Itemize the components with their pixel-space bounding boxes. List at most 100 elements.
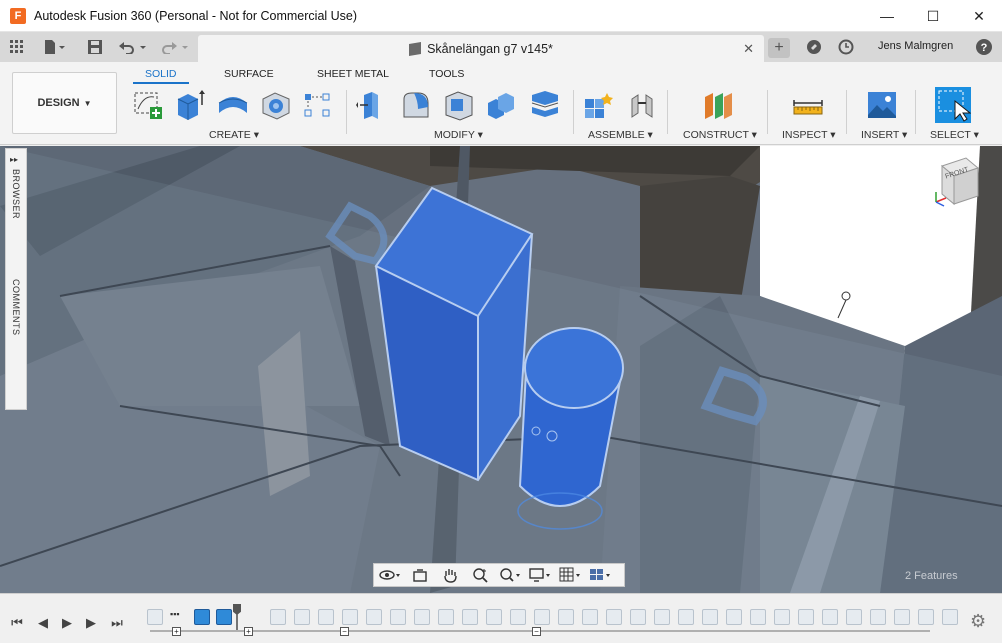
help-icon[interactable]: ? [974, 32, 994, 62]
view-cube[interactable] [932, 154, 982, 210]
inspect-menu[interactable]: INSPECT ▾ [782, 129, 836, 141]
timeline-feature[interactable] [798, 609, 814, 625]
timeline-feature[interactable] [894, 609, 910, 625]
timeline-feature[interactable] [582, 609, 598, 625]
timeline-feature[interactable] [414, 609, 430, 625]
joint-icon[interactable] [626, 89, 656, 121]
timeline-feature[interactable] [774, 609, 790, 625]
step-forward-icon[interactable]: ▶ [82, 614, 100, 632]
fillet-icon[interactable] [400, 89, 430, 121]
maximize-button[interactable]: ☐ [910, 0, 956, 32]
tab-sheet-metal[interactable]: SHEET METAL [317, 68, 389, 80]
comments-panel-toggle[interactable]: COMMENTS [11, 279, 21, 336]
timeline-feature[interactable] [342, 609, 358, 625]
revolve-icon[interactable] [216, 89, 248, 121]
timeline-feature[interactable] [558, 609, 574, 625]
timeline-marker[interactable] [233, 604, 241, 630]
create-sketch-icon[interactable] [132, 89, 162, 121]
timeline-feature[interactable] [390, 609, 406, 625]
orbit-icon[interactable] [378, 565, 402, 585]
select-tool-icon[interactable] [935, 87, 972, 123]
shell-icon[interactable] [443, 89, 473, 121]
timeline-feature[interactable] [294, 609, 310, 625]
timeline-feature[interactable] [702, 609, 718, 625]
look-at-icon[interactable] [408, 565, 432, 585]
timeline-feature[interactable] [870, 609, 886, 625]
tab-tools[interactable]: TOOLS [429, 68, 464, 80]
assemble-menu[interactable]: ASSEMBLE ▾ [588, 129, 653, 141]
timeline-feature[interactable] [270, 609, 286, 625]
modify-menu[interactable]: MODIFY ▾ [434, 129, 483, 141]
timeline-feature[interactable] [750, 609, 766, 625]
workspace-switcher[interactable]: DESIGN ▼ [12, 72, 117, 134]
timeline-feature[interactable] [918, 609, 934, 625]
timeline-feature[interactable] [534, 609, 550, 625]
extensions-icon[interactable] [804, 32, 824, 62]
split-body-icon[interactable] [529, 89, 559, 121]
timeline-feature[interactable] [366, 609, 382, 625]
save-icon[interactable] [86, 32, 104, 62]
timeline-feature[interactable] [318, 609, 334, 625]
new-component-icon[interactable] [583, 89, 613, 121]
play-icon[interactable]: ▶ [58, 614, 76, 632]
offset-plane-icon[interactable] [702, 89, 732, 121]
timeline-feature[interactable] [678, 609, 694, 625]
pan-hand-icon[interactable] [438, 565, 462, 585]
grid-settings-icon[interactable] [558, 565, 582, 585]
measure-icon[interactable] [792, 89, 823, 121]
step-back-icon[interactable]: ◀ [34, 614, 52, 632]
pattern-icon[interactable] [302, 89, 332, 121]
document-tab[interactable]: Skånelängan g7 v145* ✕ [198, 35, 764, 62]
hole-icon[interactable] [260, 89, 290, 121]
user-name[interactable]: Jens Malmgren [878, 40, 953, 52]
new-tab-button[interactable]: + [768, 38, 790, 58]
combine-icon[interactable] [486, 89, 516, 121]
redo-icon[interactable] [158, 32, 192, 62]
zoom-window-icon[interactable] [498, 565, 522, 585]
timeline-feature[interactable] [438, 609, 454, 625]
extrude-icon[interactable] [174, 89, 205, 121]
timeline-feature[interactable] [630, 609, 646, 625]
insert-image-icon[interactable] [866, 89, 896, 121]
3d-canvas[interactable]: FRONT [0, 146, 1002, 593]
timeline-feature[interactable] [462, 609, 478, 625]
timeline-selected-feature[interactable] [194, 609, 210, 625]
close-button[interactable]: ✕ [956, 0, 1002, 32]
timeline-settings-gear-icon[interactable]: ⚙ [970, 611, 986, 632]
display-settings-icon[interactable] [528, 565, 552, 585]
timeline-group-collapse-icon[interactable]: − [532, 627, 541, 636]
timeline-feature[interactable] [606, 609, 622, 625]
timeline-group-marker[interactable]: ▪▪▪ [170, 609, 186, 625]
timeline-feature[interactable] [822, 609, 838, 625]
insert-menu[interactable]: INSERT ▾ [861, 129, 907, 141]
timeline-feature[interactable] [654, 609, 670, 625]
expand-arrows-icon[interactable]: ▸▸ [10, 155, 18, 164]
viewports-icon[interactable] [588, 565, 612, 585]
go-to-end-icon[interactable]: ⏭ [108, 614, 126, 632]
timeline-feature[interactable] [942, 609, 958, 625]
file-menu-icon[interactable] [40, 32, 70, 62]
timeline-sketch-feature[interactable] [147, 609, 163, 625]
data-panel-grid-icon[interactable] [6, 32, 28, 62]
construct-menu[interactable]: CONSTRUCT ▾ [683, 129, 757, 141]
press-pull-icon[interactable] [356, 89, 386, 121]
tab-close-button[interactable]: ✕ [743, 41, 754, 57]
undo-icon[interactable] [116, 32, 150, 62]
zoom-icon[interactable] [468, 565, 492, 585]
timeline-group-expand-icon[interactable]: + [172, 627, 181, 636]
timeline-feature[interactable] [486, 609, 502, 625]
timeline-group-collapse-icon[interactable]: − [340, 627, 349, 636]
select-menu[interactable]: SELECT ▾ [930, 129, 979, 141]
job-status-icon[interactable] [836, 32, 856, 62]
timeline-feature[interactable] [846, 609, 862, 625]
create-menu[interactable]: CREATE ▾ [209, 129, 259, 141]
tab-surface[interactable]: SURFACE [224, 68, 274, 80]
timeline-group-expand-icon[interactable]: + [244, 627, 253, 636]
timeline-feature[interactable] [726, 609, 742, 625]
timeline-feature[interactable] [510, 609, 526, 625]
timeline-selected-feature[interactable] [216, 609, 232, 625]
minimize-button[interactable]: — [864, 0, 910, 32]
browser-panel-toggle[interactable]: BROWSER [11, 169, 21, 219]
go-to-start-icon[interactable]: ⏮ [8, 614, 26, 632]
tab-solid[interactable]: SOLID [133, 68, 189, 84]
